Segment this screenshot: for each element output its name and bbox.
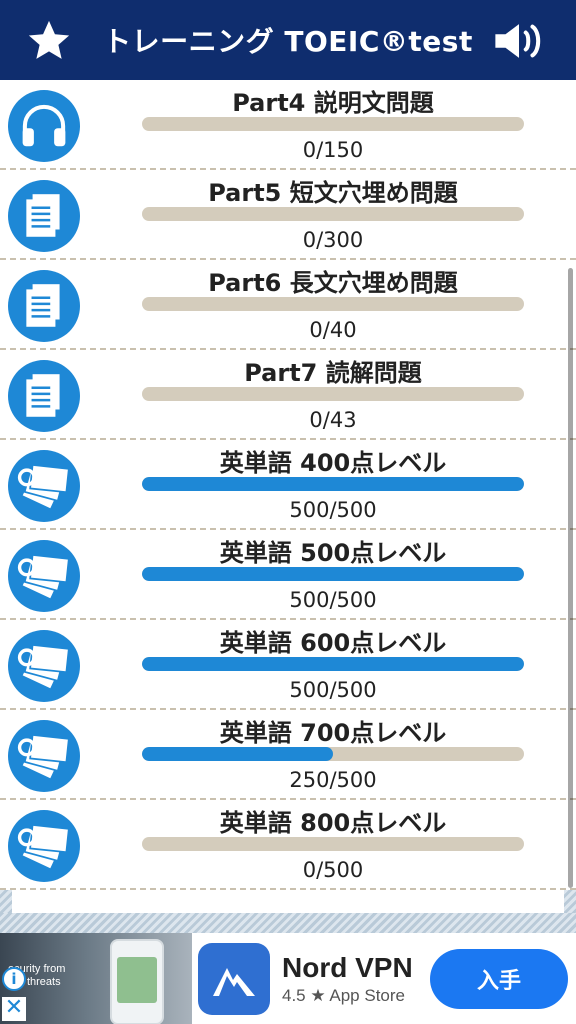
item-title: 英単語 700点レベル xyxy=(219,719,447,747)
star-icon[interactable] xyxy=(26,18,72,64)
list-item[interactable]: Part4 説明文問題 0/150 xyxy=(0,80,576,170)
item-title: 英単語 400点レベル xyxy=(219,449,447,477)
progress-fill xyxy=(142,567,524,581)
item-title: 英単語 600点レベル xyxy=(219,629,447,657)
app-title: トレーニング TOEIC®test xyxy=(103,25,473,58)
training-list[interactable]: Part3 会話問題0/150Part4 説明文問題0/150Part5 短文穴… xyxy=(0,80,576,913)
item-title: Part6 長文穴埋め問題 xyxy=(208,269,458,297)
get-button[interactable]: 入手 xyxy=(430,948,568,1009)
ad-phone-image xyxy=(110,939,164,1024)
document-icon xyxy=(8,270,80,342)
progress-bar xyxy=(142,567,524,581)
flashcards-icon xyxy=(8,720,80,792)
flashcards-icon xyxy=(8,810,80,882)
item-score: 500/500 xyxy=(289,498,377,522)
ad-app-name: Nord VPN xyxy=(282,951,413,983)
progress-bar xyxy=(142,837,524,851)
item-title: 英単語 500点レベル xyxy=(219,539,447,567)
info-icon[interactable]: i xyxy=(2,967,26,991)
item-title: Part7 読解問題 xyxy=(244,359,422,387)
progress-bar xyxy=(142,747,524,761)
progress-bar xyxy=(142,657,524,671)
flashcards-icon xyxy=(8,450,80,522)
list-item[interactable]: Part5 短文穴埋め問題 0/300 xyxy=(0,170,576,260)
item-score: 0/43 xyxy=(309,408,357,432)
app-header: トレーニング TOEIC®test xyxy=(0,0,576,80)
item-title: Part5 短文穴埋め問題 xyxy=(208,179,458,207)
progress-fill xyxy=(142,657,524,671)
list-item[interactable]: Part7 読解問題 0/43 xyxy=(0,350,576,440)
ad-app-info[interactable]: Nord VPN 4.5 ★ App Store xyxy=(282,952,430,1006)
list-item[interactable]: 英単語 400点レベル 500/500 xyxy=(0,440,576,530)
flashcards-icon xyxy=(8,630,80,702)
item-title: 英単語 800点レベル xyxy=(219,809,447,837)
progress-fill xyxy=(142,747,333,761)
speaker-icon[interactable] xyxy=(492,20,546,62)
list-item[interactable]: Part6 長文穴埋め問題 0/40 xyxy=(0,260,576,350)
ad-banner[interactable]: ecurity from ber threats i ✕ Nord VPN 4.… xyxy=(0,933,576,1024)
headphones-icon xyxy=(8,90,80,162)
progress-bar xyxy=(142,477,524,491)
nordvpn-logo-icon[interactable] xyxy=(198,942,270,1015)
item-score: 500/500 xyxy=(289,678,377,702)
item-score: 0/40 xyxy=(309,318,357,342)
progress-bar xyxy=(142,297,524,311)
progress-fill xyxy=(142,477,524,491)
ad-rating: 4.5 ★ App Store xyxy=(282,985,405,1005)
progress-bar xyxy=(142,387,524,401)
item-score: 0/500 xyxy=(302,858,364,882)
item-score: 500/500 xyxy=(289,588,377,612)
close-icon[interactable]: ✕ xyxy=(2,997,26,1021)
ad-image[interactable]: ecurity from ber threats i ✕ xyxy=(0,933,192,1024)
scrollbar[interactable] xyxy=(568,268,573,888)
list-item[interactable]: 英単語 500点レベル 500/500 xyxy=(0,530,576,620)
list-item[interactable]: 英単語 800点レベル 0/500 xyxy=(0,800,576,890)
document-icon xyxy=(8,180,80,252)
item-score: 0/300 xyxy=(302,228,364,252)
progress-bar xyxy=(142,117,524,131)
list-item[interactable]: 英単語 700点レベル 250/500 xyxy=(0,710,576,800)
item-score: 250/500 xyxy=(289,768,377,792)
document-icon xyxy=(8,360,80,432)
bottom-border-pattern xyxy=(0,913,576,933)
list-item[interactable]: 英単語 600点レベル 500/500 xyxy=(0,620,576,710)
flashcards-icon xyxy=(8,540,80,612)
item-score: 0/150 xyxy=(302,138,364,162)
item-title: Part4 説明文問題 xyxy=(232,89,434,117)
progress-bar xyxy=(142,207,524,221)
